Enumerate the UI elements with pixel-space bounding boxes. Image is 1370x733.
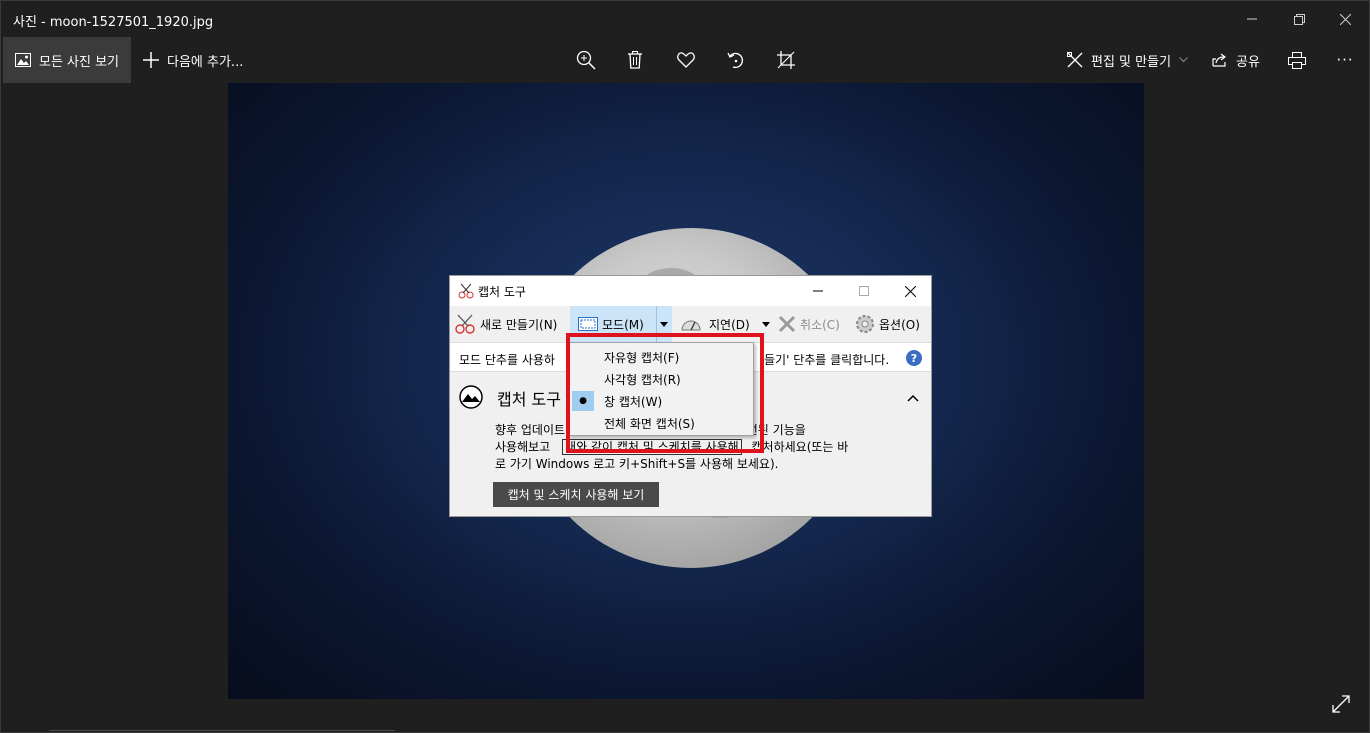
options-button[interactable]: 옵션(O)	[855, 312, 920, 336]
menu-item-rectangular[interactable]: 사각형 캡처(R)	[569, 368, 753, 390]
help-icon[interactable]: ?	[906, 350, 922, 366]
maximize-icon	[859, 286, 869, 296]
mode-dropdown-button[interactable]	[660, 312, 668, 336]
promo-line2-c: 캡처하세요(또는 바	[751, 440, 849, 454]
toolbar: 모든 사진 보기 다음에 추가... 편집 및 만들기 공유 ···	[1, 37, 1369, 83]
menu-item-freeform[interactable]: 자유형 캡처(F)	[569, 346, 753, 368]
dropdown-arrow-icon	[762, 321, 770, 327]
close-icon	[904, 285, 916, 297]
fullscreen-button[interactable]	[1331, 694, 1355, 718]
try-snip-sketch-button[interactable]: 캡처 및 스케치 사용해 보기	[493, 482, 659, 507]
crop-button[interactable]	[774, 48, 798, 72]
share-label: 공유	[1236, 54, 1260, 70]
window-snip-icon	[578, 317, 598, 331]
favorite-button[interactable]	[674, 48, 698, 72]
collapse-chevron-icon[interactable]	[907, 390, 919, 406]
gauge-icon	[681, 320, 701, 331]
scissors-icon	[455, 314, 475, 334]
print-button[interactable]	[1285, 48, 1309, 72]
edit-create-label: 편집 및 만들기	[1091, 54, 1172, 70]
snip-toolbar: 새로 만들기(N) 모드(M) 지연(D) 취소(C) 옵션(O)	[450, 306, 931, 342]
mode-dropdown-menu: 자유형 캡처(F) 사각형 캡처(R) ● 창 캡처(W) 전체 화면 캡처(S…	[568, 342, 754, 436]
minimize-icon	[813, 290, 823, 292]
rotate-icon	[727, 52, 744, 69]
zoom-in-icon	[576, 50, 596, 70]
close-button[interactable]	[1322, 1, 1368, 37]
promo-line2-a: 사용해보고	[495, 440, 551, 454]
help-glyph: ?	[910, 351, 918, 365]
promo-title: 캡처 도구	[497, 390, 561, 409]
menu-item-label: 전체 화면 캡처(S)	[604, 416, 695, 431]
chevron-down-icon	[1179, 57, 1188, 63]
delay-dropdown-button[interactable]	[762, 312, 770, 336]
info-text-right: 들기' 단추를 클릭합니다.	[764, 353, 890, 367]
delay-label: 지연(D)	[709, 317, 750, 332]
mode-label: 모드(M)	[602, 317, 644, 332]
mode-split-line	[656, 306, 657, 342]
title-bar: 사진 - moon-1527501_1920.jpg	[1, 1, 1369, 37]
scissors-icon	[458, 283, 474, 299]
promo-line1-a: 향후 업데이트	[495, 423, 566, 437]
image-icon	[14, 53, 31, 67]
trash-icon	[628, 51, 642, 69]
promo-line-3: 로 가기 Windows 로고 키+Shift+S를 사용해 보세요).	[495, 457, 779, 471]
menu-item-fullscreen[interactable]: 전체 화면 캡처(S)	[569, 412, 753, 434]
close-icon	[1339, 13, 1351, 25]
all-photos-label: 모든 사진 보기	[38, 54, 120, 70]
printer-icon	[1288, 51, 1306, 69]
cancel-x-icon	[778, 315, 796, 333]
heart-icon	[677, 52, 695, 68]
snip-minimize-button[interactable]	[795, 276, 841, 306]
snip-maximize-button[interactable]	[841, 276, 887, 306]
snip-close-button[interactable]	[887, 276, 933, 306]
share-button[interactable]: 공유	[1212, 37, 1260, 83]
edit-create-button[interactable]: 편집 및 만들기	[1067, 37, 1188, 83]
expand-icon	[1332, 695, 1350, 713]
zoom-button[interactable]	[574, 48, 598, 72]
snip-title: 캡처 도구	[478, 285, 526, 299]
mode-button[interactable]: 모드(M)	[578, 312, 644, 336]
promo-line2-b: 래와 같이 캡처 및 스케치를 사용해	[562, 439, 742, 455]
promo-line-2: 사용해보고 래와 같이 캡처 및 스케치를 사용해 캡처하세요(또는 바	[495, 439, 895, 456]
dropdown-arrow-icon	[660, 321, 668, 327]
delay-button[interactable]: 지연(D)	[681, 312, 750, 336]
info-text-left: 모드 단추를 사용하	[459, 353, 555, 367]
crop-icon	[777, 51, 795, 69]
more-button[interactable]: ···	[1333, 48, 1357, 72]
snip-sketch-icon	[459, 385, 483, 409]
add-to-label: 다음에 추가...	[167, 54, 244, 70]
selected-bullet-icon: ●	[572, 391, 594, 411]
window-title: 사진 - moon-1527501_1920.jpg	[13, 15, 214, 30]
more-icon: ···	[1336, 51, 1354, 69]
snip-title-bar: 캡처 도구	[450, 276, 931, 306]
options-label: 옵션(O)	[879, 317, 920, 332]
plus-icon	[143, 52, 159, 68]
cancel-snip-button[interactable]: 취소(C)	[778, 312, 840, 336]
add-to-button[interactable]: 다음에 추가...	[143, 37, 243, 83]
menu-item-label: 자유형 캡처(F)	[604, 350, 680, 365]
share-icon	[1212, 53, 1226, 67]
restore-icon	[1293, 13, 1305, 25]
new-snip-button[interactable]: 새로 만들기(N)	[454, 312, 557, 336]
minimize-button[interactable]	[1229, 1, 1275, 37]
minimize-icon	[1247, 18, 1257, 20]
new-snip-label: 새로 만들기(N)	[480, 317, 558, 332]
rotate-button[interactable]	[724, 48, 748, 72]
menu-item-label: 창 캡처(W)	[604, 394, 663, 409]
menu-item-window[interactable]: ● 창 캡처(W)	[569, 390, 753, 412]
menu-item-label: 사각형 캡처(R)	[604, 372, 681, 387]
edit-tools-icon	[1067, 52, 1083, 68]
delete-button[interactable]	[623, 48, 647, 72]
restore-button[interactable]	[1276, 1, 1322, 37]
cancel-snip-label: 취소(C)	[800, 317, 840, 332]
all-photos-button[interactable]: 모든 사진 보기	[3, 37, 131, 83]
gear-icon	[856, 315, 874, 333]
filmstrip-indicator	[49, 730, 395, 731]
